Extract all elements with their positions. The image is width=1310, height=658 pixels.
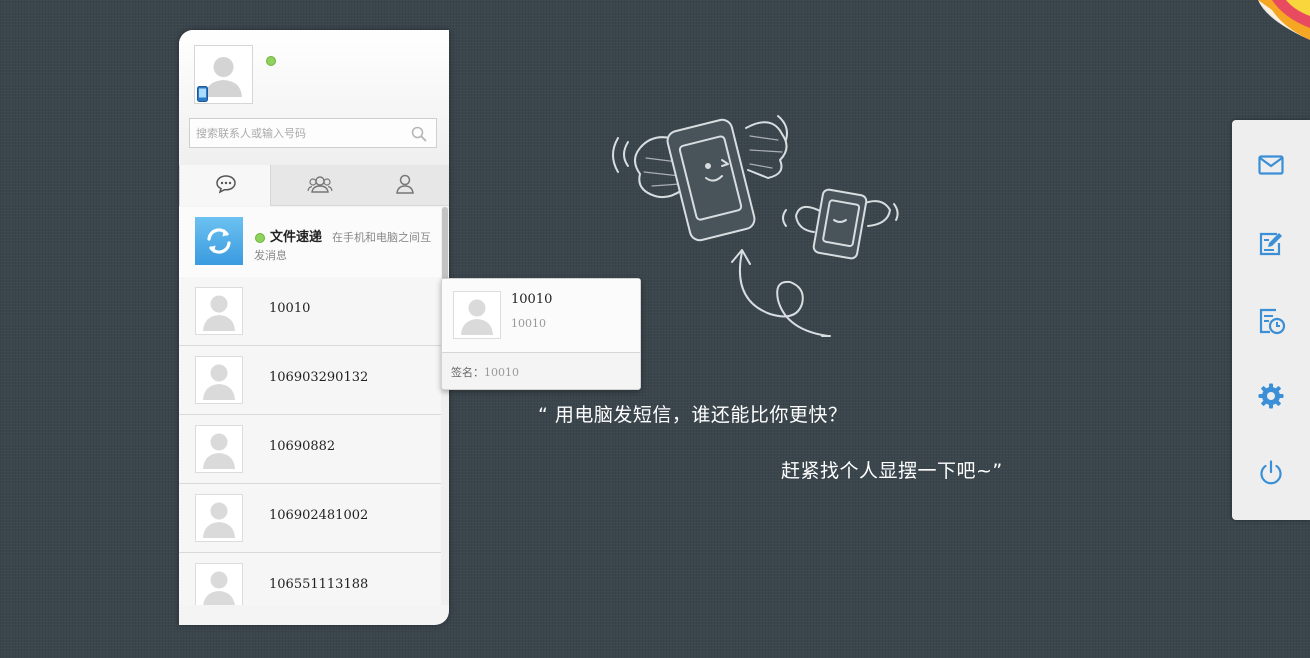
contact-avatar — [195, 494, 243, 542]
contact-avatar — [195, 287, 243, 335]
contact-name: 106902481002 — [269, 508, 369, 523]
contact-row[interactable]: 106551113188 — [179, 553, 441, 605]
search-icon[interactable] — [411, 126, 427, 142]
contact-name: 10690882 — [269, 439, 336, 454]
slogan-line-2: 赶紧找个人显摆一下吧~” — [781, 460, 1003, 482]
mail-icon — [1258, 155, 1284, 175]
file-transfer-text: 文件速递 在手机和电脑之间互发消息 — [254, 229, 434, 265]
contact-name: 10010 — [269, 301, 311, 316]
search-input[interactable] — [190, 119, 411, 147]
contact-row[interactable]: 106902481002 — [179, 484, 441, 553]
hover-card-avatar — [453, 291, 501, 339]
search-box — [189, 118, 437, 148]
contact-row[interactable]: 10690882 — [179, 415, 441, 484]
chat-bubble-icon — [216, 175, 236, 194]
contact-name: 106903290132 — [269, 370, 369, 385]
person-placeholder-icon — [203, 364, 235, 400]
contact-row[interactable]: 106903290132 — [179, 346, 441, 415]
settings-gear-icon — [1258, 383, 1284, 409]
file-transfer-title: 文件速递 — [270, 230, 323, 245]
power-icon — [1260, 460, 1282, 485]
settings-button[interactable] — [1232, 356, 1310, 434]
inbox-button[interactable] — [1232, 125, 1310, 203]
compose-button[interactable] — [1232, 204, 1310, 282]
profile-header — [179, 30, 449, 165]
person-placeholder-icon — [203, 571, 235, 605]
hover-card-signature: 签名：10010 — [451, 364, 519, 380]
hover-card-number: 10010 — [511, 317, 546, 330]
contact-avatar — [195, 563, 243, 605]
scrollbar-thumb[interactable] — [442, 207, 448, 285]
panel-tabs — [179, 165, 449, 206]
tab-messages[interactable] — [179, 165, 271, 206]
contact-row[interactable]: 10010 — [179, 277, 441, 346]
tab-groups[interactable] — [272, 165, 362, 205]
tab-contacts[interactable] — [359, 165, 449, 205]
signature-label: 签名： — [451, 366, 484, 379]
list-scrollbar[interactable] — [441, 207, 449, 605]
signature-value: 10010 — [484, 366, 519, 379]
scheduled-icon — [1259, 308, 1286, 335]
corner-decoration-icon — [1258, 0, 1310, 40]
contact-avatar — [195, 425, 243, 473]
mobile-phone-icon — [197, 86, 208, 102]
conversation-list: 文件速递 在手机和电脑之间互发消息 10010 106903290132 106… — [179, 207, 441, 605]
my-avatar[interactable] — [194, 45, 253, 104]
file-transfer-avatar — [195, 217, 243, 265]
person-placeholder-icon — [461, 299, 493, 335]
scheduled-messages-button[interactable] — [1232, 280, 1310, 358]
person-placeholder-icon — [203, 295, 235, 331]
contact-name: 106551113188 — [269, 577, 369, 592]
sync-arrows-icon — [207, 228, 231, 254]
contacts-panel: 文件速递在手机和电脑之间互发消息 10010 106903290132 — [179, 30, 449, 625]
contact-avatar — [195, 356, 243, 404]
logout-button[interactable] — [1232, 433, 1310, 511]
person-placeholder-icon — [203, 433, 235, 469]
slogan-line-1: “ 用电脑发短信，谁还能比你更快？ — [538, 404, 848, 426]
compose-icon — [1259, 232, 1282, 256]
person-placeholder-icon — [203, 502, 235, 538]
flying-phones-illustration — [612, 115, 899, 337]
hover-card-name: 10010 — [511, 292, 553, 307]
contact-icon — [396, 174, 414, 194]
group-icon — [307, 176, 333, 193]
file-transfer-item[interactable]: 文件速递 在手机和电脑之间互发消息 — [179, 207, 441, 278]
online-status-indicator — [266, 56, 276, 66]
right-toolbar — [1232, 120, 1310, 520]
